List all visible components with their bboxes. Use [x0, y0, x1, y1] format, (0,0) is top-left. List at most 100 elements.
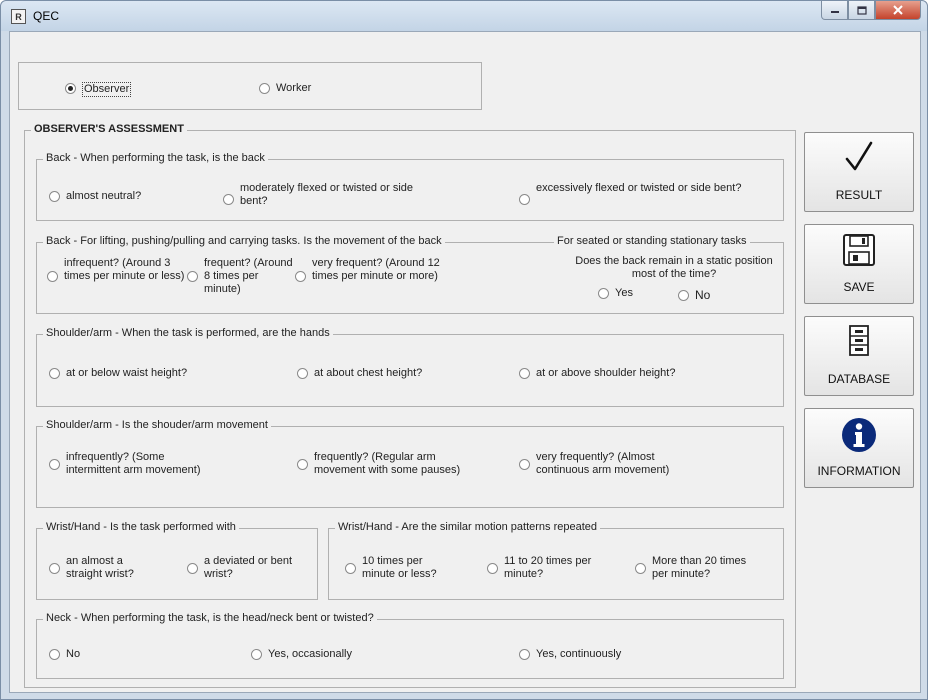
radio-button[interactable]	[187, 271, 198, 282]
radio-button[interactable]	[635, 563, 646, 574]
shoulder-movement-legend: Shoulder/arm - Is the shouder/arm moveme…	[43, 419, 271, 431]
back-frequent-radio[interactable]: frequent? (Around 8 times per minute)	[187, 257, 302, 296]
close-button[interactable]	[875, 1, 921, 20]
option-label: No	[66, 648, 81, 660]
radio-button[interactable]	[223, 194, 234, 205]
window-controls	[821, 1, 921, 20]
wrist-straight-radio[interactable]: an almost a straight wrist?	[49, 555, 179, 581]
radio-button[interactable]	[187, 563, 198, 574]
worker-radio[interactable]: Worker	[259, 82, 311, 95]
yes-label: Yes	[615, 287, 633, 299]
database-button[interactable]: DATABASE	[804, 316, 914, 396]
radio-button[interactable]	[487, 563, 498, 574]
radio-button[interactable]	[295, 271, 306, 282]
maximize-button[interactable]	[848, 1, 875, 20]
hands-waist-radio[interactable]: at or below waist height?	[49, 367, 187, 380]
wrist-bent-radio[interactable]: a deviated or bent wrist?	[187, 555, 317, 581]
option-label: excessively flexed or twisted or side be…	[536, 182, 742, 194]
back-neutral-radio[interactable]: almost neutral?	[49, 190, 141, 203]
option-label: an almost a straight wrist?	[66, 555, 134, 580]
information-label: INFORMATION	[817, 464, 901, 478]
observer-radio[interactable]: Observer	[65, 82, 132, 97]
hands-chest-radio[interactable]: at about chest height?	[297, 367, 422, 380]
option-label: Yes, occasionally	[268, 648, 352, 660]
observer-label: Observer	[82, 82, 132, 97]
radio-button[interactable]	[47, 271, 58, 282]
checkmark-icon	[805, 141, 913, 173]
radio-button[interactable]	[251, 649, 262, 660]
option-label: a deviated or bent wrist?	[204, 555, 293, 580]
back-posture-group: Back - When performing the task, is the …	[36, 152, 784, 221]
radio-button[interactable]	[49, 368, 60, 379]
reps-low-radio[interactable]: 10 times per minute or less?	[345, 555, 465, 581]
static-posture-legend: For seated or standing stationary tasks	[554, 235, 750, 247]
static-yes-radio[interactable]: Yes	[598, 287, 633, 300]
option-label: very frequently? (Almost continuous arm …	[536, 451, 670, 476]
neck-no-radio[interactable]: No	[49, 648, 80, 661]
radio-button[interactable]	[519, 459, 530, 470]
back-moderate-radio[interactable]: moderately flexed or twisted or side ben…	[223, 182, 453, 208]
information-button[interactable]: INFORMATION	[804, 408, 914, 488]
back-infrequent-radio[interactable]: infrequent? (Around 3 times per minute o…	[47, 257, 192, 283]
option-label: 10 times per minute or less?	[362, 555, 437, 580]
radio-button[interactable]	[49, 191, 60, 202]
title-bar[interactable]: R QEC	[1, 1, 927, 31]
shoulder-movement-group: Shoulder/arm - Is the shouder/arm moveme…	[36, 419, 784, 508]
option-label: at about chest height?	[314, 367, 423, 379]
option-label: at or above shoulder height?	[536, 367, 676, 379]
static-question: Does the back remain in a static positio…	[575, 255, 773, 280]
radio-button[interactable]	[297, 459, 308, 470]
back-movement-legend: Back - For lifting, pushing/pulling and …	[43, 235, 445, 247]
wrist-posture-group: Wrist/Hand - Is the task performed with …	[36, 521, 318, 600]
back-excessive-radio[interactable]: excessively flexed or twisted or side be…	[519, 182, 759, 205]
database-label: DATABASE	[827, 372, 891, 386]
info-icon	[805, 417, 913, 453]
option-label: infrequent? (Around 3 times per minute o…	[64, 257, 185, 282]
arm-infrequent-radio[interactable]: infrequently? (Some intermittent arm mov…	[49, 451, 249, 477]
radio-button[interactable]	[65, 83, 76, 94]
floppy-disk-icon	[805, 233, 913, 267]
option-label: 11 to 20 times per minute?	[504, 555, 592, 580]
radio-button[interactable]	[345, 563, 356, 574]
wrist-repetition-legend: Wrist/Hand - Are the similar motion patt…	[335, 521, 601, 533]
option-label: very frequent? (Around 12 times per minu…	[312, 257, 440, 282]
neck-continuously-radio[interactable]: Yes, continuously	[519, 648, 621, 661]
hands-shoulder-radio[interactable]: at or above shoulder height?	[519, 367, 675, 380]
static-posture-group: For seated or standing stationary tasks …	[528, 235, 784, 314]
back-posture-legend: Back - When performing the task, is the …	[43, 152, 268, 164]
neck-occasionally-radio[interactable]: Yes, occasionally	[251, 648, 352, 661]
option-label: frequently? (Regular arm movement with s…	[314, 451, 461, 476]
radio-button[interactable]	[519, 649, 530, 660]
radio-button[interactable]	[297, 368, 308, 379]
arm-very-frequent-radio[interactable]: very frequently? (Almost continuous arm …	[519, 451, 719, 477]
no-label: No	[695, 288, 711, 302]
client-area: Observer Worker OBSERVER'S ASSESSMENT Ba…	[9, 31, 921, 693]
radio-button[interactable]	[49, 563, 60, 574]
radio-button[interactable]	[519, 368, 530, 379]
save-button[interactable]: SAVE	[804, 224, 914, 304]
option-label: at or below waist height?	[66, 367, 188, 379]
reps-high-radio[interactable]: More than 20 times per minute?	[635, 555, 775, 581]
result-label: RESULT	[835, 188, 883, 202]
shoulder-height-group: Shoulder/arm - When the task is performe…	[36, 327, 784, 407]
wrist-posture-legend: Wrist/Hand - Is the task performed with	[43, 521, 239, 533]
option-label: moderately flexed or twisted or side ben…	[240, 182, 414, 207]
minimize-button[interactable]	[821, 1, 848, 20]
file-cabinet-icon	[805, 325, 913, 357]
radio-button[interactable]	[519, 194, 530, 205]
radio-button[interactable]	[598, 288, 609, 299]
maximize-icon	[856, 5, 867, 15]
static-no-radio[interactable]: No	[678, 289, 710, 302]
radio-button[interactable]	[259, 83, 270, 94]
reps-mid-radio[interactable]: 11 to 20 times per minute?	[487, 555, 627, 581]
arm-frequent-radio[interactable]: frequently? (Regular arm movement with s…	[297, 451, 497, 477]
radio-button[interactable]	[49, 649, 60, 660]
result-button[interactable]: RESULT	[804, 132, 914, 212]
option-label: Yes, continuously	[536, 648, 622, 660]
neck-group: Neck - When performing the task, is the …	[36, 612, 784, 679]
back-very-frequent-radio[interactable]: very frequent? (Around 12 times per minu…	[295, 257, 455, 283]
worker-label: Worker	[276, 82, 312, 94]
neck-legend: Neck - When performing the task, is the …	[43, 612, 377, 624]
radio-button[interactable]	[49, 459, 60, 470]
radio-button[interactable]	[678, 290, 689, 301]
